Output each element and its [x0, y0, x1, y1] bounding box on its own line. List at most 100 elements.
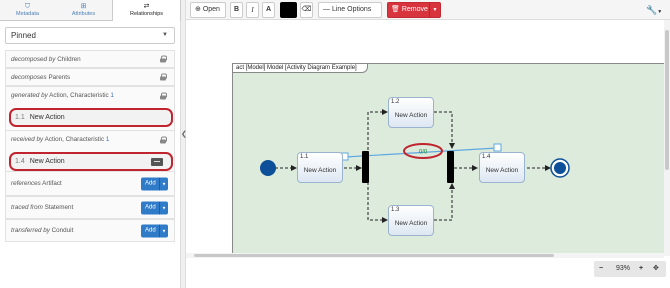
action-node-1-3[interactable]: 1.3 New Action — [388, 205, 434, 236]
font-color-label: A — [265, 6, 272, 13]
wrench-icon: 🔧 — [646, 5, 658, 15]
open-button[interactable]: ⊕ Open ▼ — [190, 2, 226, 27]
chevron-down-icon: ▼ — [162, 32, 168, 38]
tab-relationships-label: Relationships — [129, 11, 164, 17]
relation-target: Action, Characteristic — [44, 136, 105, 143]
related-item-name: New Action — [29, 114, 65, 121]
relation-decomposes: decomposes Parents — [5, 68, 175, 86]
eraser-icon: ⌫ — [301, 6, 312, 13]
join-bar[interactable] — [447, 151, 454, 183]
related-item-1-1[interactable]: 1.1 New Action — [9, 108, 173, 127]
plus-circle-icon: ⊕ — [195, 6, 201, 13]
relation-type: decomposed by — [11, 56, 56, 63]
line-icon: — — [323, 6, 330, 13]
eraser-button[interactable]: ⌫ — [300, 2, 313, 18]
sitemap-icon: ⊞ — [80, 3, 87, 10]
tab-relationships[interactable]: ⇄ Relationships — [112, 0, 181, 21]
relation-type: generated by — [11, 92, 48, 99]
relation-references: references Artifact Add ▼ — [5, 171, 175, 196]
final-node-inner — [554, 162, 566, 174]
action-node-1-4[interactable]: 1.4 New Action — [479, 152, 525, 183]
related-item-id: 1.1 — [15, 114, 25, 121]
horizontal-scroll-thumb[interactable] — [194, 254, 554, 257]
caret-down-icon: ▼ — [657, 9, 663, 15]
relation-decomposed-by: decomposed by Children — [5, 50, 175, 68]
flow-handle-end[interactable] — [493, 143, 502, 152]
diagram-canvas[interactable]: act [Model] Model [Activity Diagram Exam… — [186, 20, 664, 256]
relation-transferred-by: transferred by Conduit Add ▼ — [5, 219, 175, 242]
line-options-label: Line Options — [331, 6, 372, 13]
vertical-scroll-thumb[interactable] — [665, 30, 669, 170]
initial-node[interactable] — [260, 160, 276, 176]
caret-down-icon: ▼ — [159, 201, 168, 214]
font-color-button[interactable]: A — [262, 2, 275, 18]
flow-1-2-to-join[interactable] — [434, 111, 455, 149]
add-label: Add — [145, 180, 156, 186]
relation-type: traced from — [11, 204, 43, 211]
relation-type: references — [11, 180, 41, 187]
left-panel: ⛉ Metadata ⊞ Attributes ⇄ Relationships … — [0, 0, 181, 288]
node-label: New Action — [394, 112, 428, 119]
italic-label: I — [251, 6, 254, 14]
action-node-1-2[interactable]: 1.2 New Action — [388, 97, 434, 128]
lock-icon — [160, 73, 167, 81]
lock-icon — [160, 92, 167, 100]
tab-attributes[interactable]: ⊞ Attributes — [55, 0, 112, 21]
flow-fork-to-1-2[interactable] — [367, 109, 388, 150]
pinned-select[interactable]: Pinned ▼ — [5, 27, 175, 44]
vertical-scrollbar[interactable] — [664, 20, 670, 256]
flow-fork-to-1-3[interactable] — [367, 182, 388, 223]
relation-target: Statement — [44, 204, 74, 211]
app-window: ⛉ Metadata ⊞ Attributes ⇄ Relationships … — [0, 0, 670, 288]
tags-icon: ⛉ — [24, 3, 31, 10]
relation-target: Artifact — [42, 180, 62, 187]
relation-count: 1 — [105, 136, 110, 143]
add-transferred-by-button[interactable]: Add ▼ — [141, 224, 168, 237]
bold-button[interactable]: B — [230, 2, 243, 18]
settings-button[interactable]: 🔧▼ — [646, 2, 666, 18]
caret-down-icon: ▼ — [159, 224, 168, 237]
edge-label[interactable]: 0/0 — [419, 150, 428, 156]
relation-type: decomposes — [11, 74, 47, 81]
relation-count: 1 — [110, 92, 114, 99]
node-id: 1.2 — [391, 99, 400, 105]
node-label: New Action — [485, 167, 519, 174]
zoom-control: − 93% + ✥ — [594, 261, 666, 277]
caret-down-icon[interactable]: ▼ — [429, 3, 440, 17]
related-item-1-4[interactable]: 1.4 New Action — [9, 152, 173, 171]
node-id: 1.1 — [300, 154, 309, 160]
add-label: Add — [145, 204, 156, 210]
flow-1-3-to-join[interactable] — [434, 183, 455, 221]
id-card-icon[interactable] — [151, 157, 163, 166]
fill-color-swatch[interactable] — [280, 2, 297, 18]
add-references-button[interactable]: Add ▼ — [141, 177, 168, 190]
move-icon[interactable]: ✥ — [653, 261, 659, 277]
lock-icon — [160, 136, 167, 144]
node-id: 1.4 — [482, 154, 491, 160]
line-options-button[interactable]: — Line Options ▼ — [318, 2, 382, 27]
tab-metadata[interactable]: ⛉ Metadata — [0, 0, 55, 21]
related-item-id: 1.4 — [15, 158, 25, 165]
zoom-in-button[interactable]: + — [639, 261, 643, 277]
relation-target: Parents — [48, 74, 71, 81]
toolbar: ⊕ Open ▼ B I A ⌫ — Line Options ▼ 🗑 Remo… — [186, 0, 670, 27]
fork-bar[interactable] — [362, 151, 369, 183]
italic-button[interactable]: I — [246, 2, 259, 18]
node-id: 1.3 — [391, 207, 400, 213]
arrows-exchange-icon: ⇄ — [143, 3, 150, 10]
remove-label: Remove — [401, 6, 428, 13]
open-label: Open — [202, 6, 220, 13]
remove-button[interactable]: 🗑 Remove ▼ — [387, 2, 441, 18]
relation-target: Conduit — [51, 227, 74, 234]
lock-icon — [160, 55, 167, 63]
relation-type: transferred by — [11, 227, 50, 234]
add-label: Add — [145, 227, 156, 233]
panel-tabs: ⛉ Metadata ⊞ Attributes ⇄ Relationships — [0, 0, 181, 21]
add-traced-from-button[interactable]: Add ▼ — [141, 201, 168, 214]
zoom-out-button[interactable]: − — [599, 261, 603, 277]
relation-target: Action, Characteristic — [49, 92, 109, 99]
node-label: New Action — [394, 220, 428, 227]
action-node-1-1[interactable]: 1.1 New Action — [297, 152, 343, 183]
caret-down-icon: ▼ — [159, 177, 168, 190]
zoom-level: 93% — [616, 265, 631, 272]
